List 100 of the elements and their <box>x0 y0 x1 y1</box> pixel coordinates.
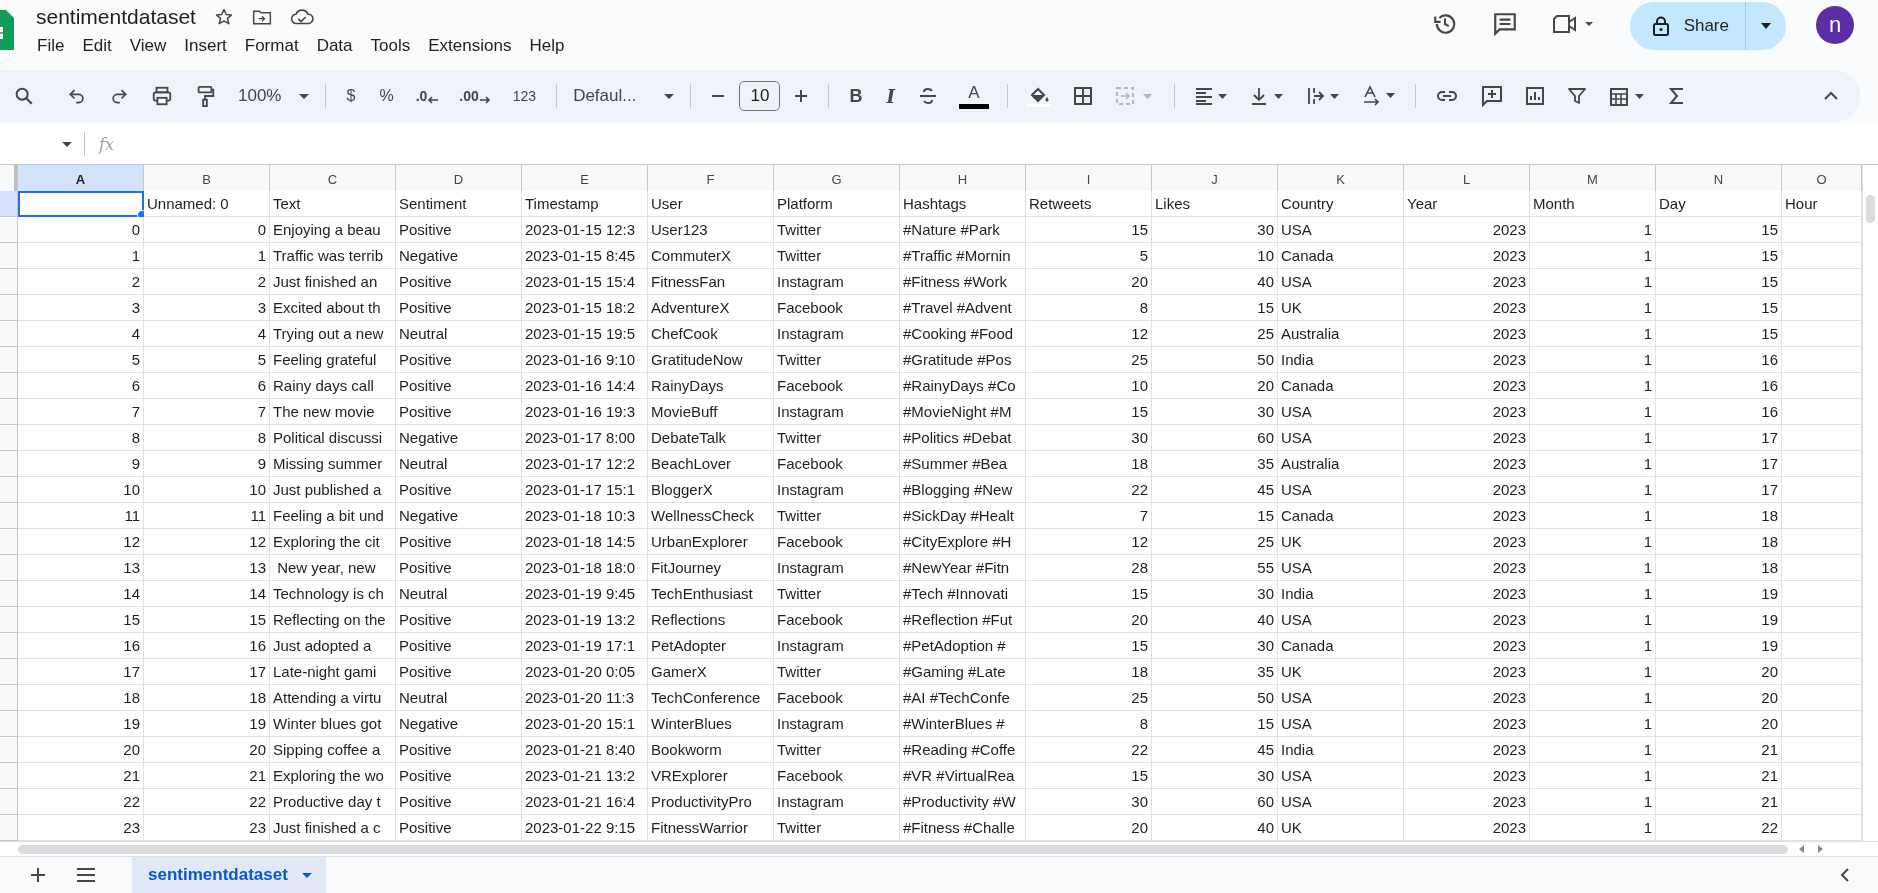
table-cell: 2023 <box>1404 789 1530 815</box>
table-cell: 2023 <box>1404 737 1530 763</box>
search-icon[interactable] <box>13 85 35 107</box>
currency-format-button[interactable]: $ <box>334 87 368 105</box>
text-color-button[interactable]: A <box>948 83 999 109</box>
sheets-logo[interactable] <box>0 10 14 50</box>
table-cell: The new movie <box>270 399 396 425</box>
table-cell: Productive day t <box>270 789 396 815</box>
table-cell: 21 <box>1656 737 1782 763</box>
table-cell: 20 <box>18 737 144 763</box>
table-cell: Unnamed: 0 <box>144 191 270 217</box>
scrollbar-thumb[interactable] <box>18 844 1788 854</box>
bold-button[interactable]: B <box>837 85 875 107</box>
table-cell: 25 <box>1026 685 1152 711</box>
borders-icon[interactable] <box>1072 86 1093 106</box>
cloud-check-icon[interactable] <box>289 8 314 26</box>
table-cell: 15 <box>1026 399 1152 425</box>
strikethrough-icon[interactable] <box>917 86 938 106</box>
table-cell: 1 <box>18 243 144 269</box>
table-cell: 0 <box>18 217 144 243</box>
table-cell: Positive <box>396 633 522 659</box>
table-cell: 2023-01-19 9:45 <box>522 581 648 607</box>
comment-icon[interactable] <box>1491 11 1518 37</box>
table-cell: Facebook <box>774 295 900 321</box>
scroll-left-icon[interactable] <box>1798 845 1806 853</box>
functions-icon[interactable] <box>1668 87 1685 105</box>
right-arrow-icon <box>478 96 491 104</box>
menu-icon[interactable] <box>76 868 96 882</box>
text-rotation-icon[interactable] <box>1361 85 1396 107</box>
table-cell: 2023 <box>1404 425 1530 451</box>
menu-item[interactable]: Edit <box>73 34 121 58</box>
star-icon[interactable] <box>213 7 234 27</box>
active-cell[interactable] <box>18 191 144 217</box>
filter-icon[interactable] <box>1566 86 1587 106</box>
plus-icon[interactable] <box>793 88 810 104</box>
table-cell: 7 <box>1026 503 1152 529</box>
number-format-button[interactable]: 123 <box>500 88 549 104</box>
table-icon[interactable] <box>1608 85 1647 107</box>
zoom-dropdown[interactable]: 100% <box>230 86 318 106</box>
share-button[interactable]: Share <box>1629 2 1746 50</box>
account-avatar[interactable]: n <box>1816 6 1854 44</box>
table-cell: #RainyDays #Co <box>900 373 1026 399</box>
menu-item[interactable]: Help <box>520 34 574 58</box>
align-left-icon[interactable] <box>1193 86 1228 106</box>
table-cell: Winter blues got <box>270 711 396 737</box>
table-cell: 17 <box>144 659 270 685</box>
move-folder-icon[interactable] <box>251 8 272 26</box>
menu-item[interactable]: Data <box>307 34 362 58</box>
table-cell: 15 <box>1656 321 1782 347</box>
menu-item[interactable]: File <box>28 34 74 58</box>
table-cell: 15 <box>1656 295 1782 321</box>
document-title[interactable]: sentimentdataset <box>36 5 196 29</box>
table-cell: #Fitness #Work <box>900 269 1026 295</box>
menu-item[interactable]: View <box>120 34 176 58</box>
table-cell: 40 <box>1152 269 1278 295</box>
table-cell: 1 <box>1530 399 1656 425</box>
table-cell: 0 <box>144 217 270 243</box>
scroll-right-icon[interactable] <box>1816 845 1824 853</box>
collapse-side-panel-icon[interactable] <box>1840 868 1850 882</box>
table-cell: 2023 <box>1404 321 1530 347</box>
menu-item[interactable]: Extensions <box>419 34 521 58</box>
print-icon[interactable] <box>151 85 173 107</box>
paint-format-icon[interactable] <box>195 85 215 107</box>
table-cell: New year, new <box>270 555 396 581</box>
table-cell: 20 <box>1026 607 1152 633</box>
chart-icon[interactable] <box>1524 86 1545 106</box>
table-cell: 8 <box>18 425 144 451</box>
table-cell: Canada <box>1278 243 1404 269</box>
menu-item[interactable]: Format <box>235 34 308 58</box>
font-size-field[interactable]: 10 <box>739 81 781 111</box>
table-cell: UK <box>1278 295 1404 321</box>
font-dropdown[interactable]: Defaul... <box>565 86 683 106</box>
sheet-tab[interactable]: sentimentdataset <box>132 857 326 893</box>
add-sheet-icon[interactable] <box>30 867 46 883</box>
collapse-icon[interactable] <box>1823 91 1839 101</box>
table-cell: Hashtags <box>900 191 1026 217</box>
vertical-scrollbar[interactable] <box>1862 165 1878 841</box>
decrease-decimal-button[interactable]: .0 <box>405 88 450 104</box>
text-wrap-icon[interactable] <box>1305 86 1340 106</box>
table-cell: 2023-01-20 11:3 <box>522 685 648 711</box>
menu-item[interactable]: Insert <box>175 34 236 58</box>
table-cell: Positive <box>396 789 522 815</box>
table-cell: Australia <box>1278 321 1404 347</box>
add-comment-icon[interactable] <box>1480 85 1503 107</box>
table-cell: 5 <box>144 347 270 373</box>
table-cell: 12 <box>1026 321 1152 347</box>
percent-format-button[interactable]: % <box>367 87 406 105</box>
history-icon[interactable] <box>1431 11 1458 37</box>
table-cell: 9 <box>18 451 144 477</box>
italic-button[interactable]: I <box>874 85 907 107</box>
table-cell: 21 <box>18 763 144 789</box>
table-cell: Positive <box>396 269 522 295</box>
increase-decimal-button[interactable]: .00 <box>449 88 501 104</box>
vertical-align-icon[interactable] <box>1249 86 1284 106</box>
table-cell: UK <box>1278 815 1404 841</box>
table-cell: Twitter <box>774 217 900 243</box>
table-cell: 2023-01-18 10:3 <box>522 503 648 529</box>
scrollbar-thumb[interactable] <box>1866 195 1875 223</box>
table-cell: Likes <box>1152 191 1278 217</box>
menu-item[interactable]: Tools <box>361 34 420 58</box>
